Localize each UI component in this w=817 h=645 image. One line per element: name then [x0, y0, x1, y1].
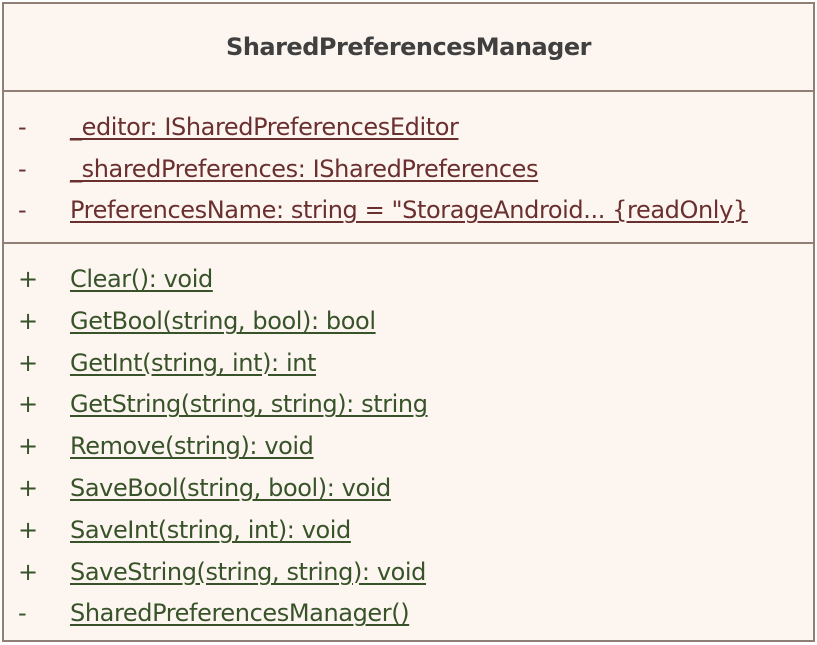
operation-row[interactable]: + SaveString(string, string): void — [4, 556, 813, 598]
operation-row[interactable]: + Remove(string): void — [4, 430, 813, 472]
visibility-marker: - — [18, 599, 27, 628]
operation-clear: Clear(): void — [70, 265, 213, 293]
visibility-marker: - — [18, 196, 27, 225]
class-name: SharedPreferencesManager — [226, 33, 591, 61]
visibility-marker: + — [18, 515, 39, 544]
operation-row[interactable]: + Clear(): void — [4, 263, 813, 305]
attribute-row[interactable]: - PreferencesName: string = "StorageAndr… — [4, 194, 813, 236]
operation-row[interactable]: + GetBool(string, bool): bool — [4, 305, 813, 347]
operation-row[interactable]: + GetString(string, string): string — [4, 388, 813, 430]
operations-compartment: + Clear(): void + GetBool(string, bool):… — [4, 244, 813, 639]
visibility-marker: + — [18, 306, 39, 335]
visibility-marker: + — [18, 265, 39, 293]
operation-constructor: SharedPreferencesManager() — [70, 599, 410, 628]
operation-get-bool: GetBool(string, bool): bool — [70, 306, 376, 335]
attribute-row[interactable]: - _editor: ISharedPreferencesEditor — [4, 111, 813, 153]
operation-row[interactable]: + SaveBool(string, bool): void — [4, 472, 813, 514]
visibility-marker: - — [18, 113, 27, 141]
operation-save-string: SaveString(string, string): void — [70, 557, 427, 586]
operation-row[interactable]: - SharedPreferencesManager() — [4, 597, 813, 639]
visibility-marker: + — [18, 557, 39, 586]
operation-get-string: GetString(string, string): string — [70, 390, 428, 419]
attribute-editor: _editor: ISharedPreferencesEditor — [70, 113, 459, 141]
operation-row[interactable]: + GetInt(string, int): int — [4, 347, 813, 389]
attribute-preferences-name: PreferencesName: string = "StorageAndroi… — [70, 196, 748, 225]
operation-save-bool: SaveBool(string, bool): void — [70, 473, 391, 502]
operation-row[interactable]: + SaveInt(string, int): void — [4, 514, 813, 556]
operation-save-int: SaveInt(string, int): void — [70, 515, 351, 544]
visibility-marker: + — [18, 473, 39, 502]
visibility-marker: + — [18, 348, 39, 377]
uml-class-box[interactable]: SharedPreferencesManager - _editor: ISha… — [2, 2, 815, 642]
class-header: SharedPreferencesManager — [4, 4, 813, 92]
attributes-compartment: - _editor: ISharedPreferencesEditor - _s… — [4, 92, 813, 244]
visibility-marker: + — [18, 432, 39, 461]
visibility-marker: - — [18, 154, 27, 183]
attribute-shared-preferences: _sharedPreferences: ISharedPreferences — [70, 154, 539, 183]
operation-get-int: GetInt(string, int): int — [70, 348, 317, 377]
operation-remove: Remove(string): void — [70, 432, 314, 461]
visibility-marker: + — [18, 390, 39, 419]
attribute-row[interactable]: - _sharedPreferences: ISharedPreferences — [4, 153, 813, 195]
